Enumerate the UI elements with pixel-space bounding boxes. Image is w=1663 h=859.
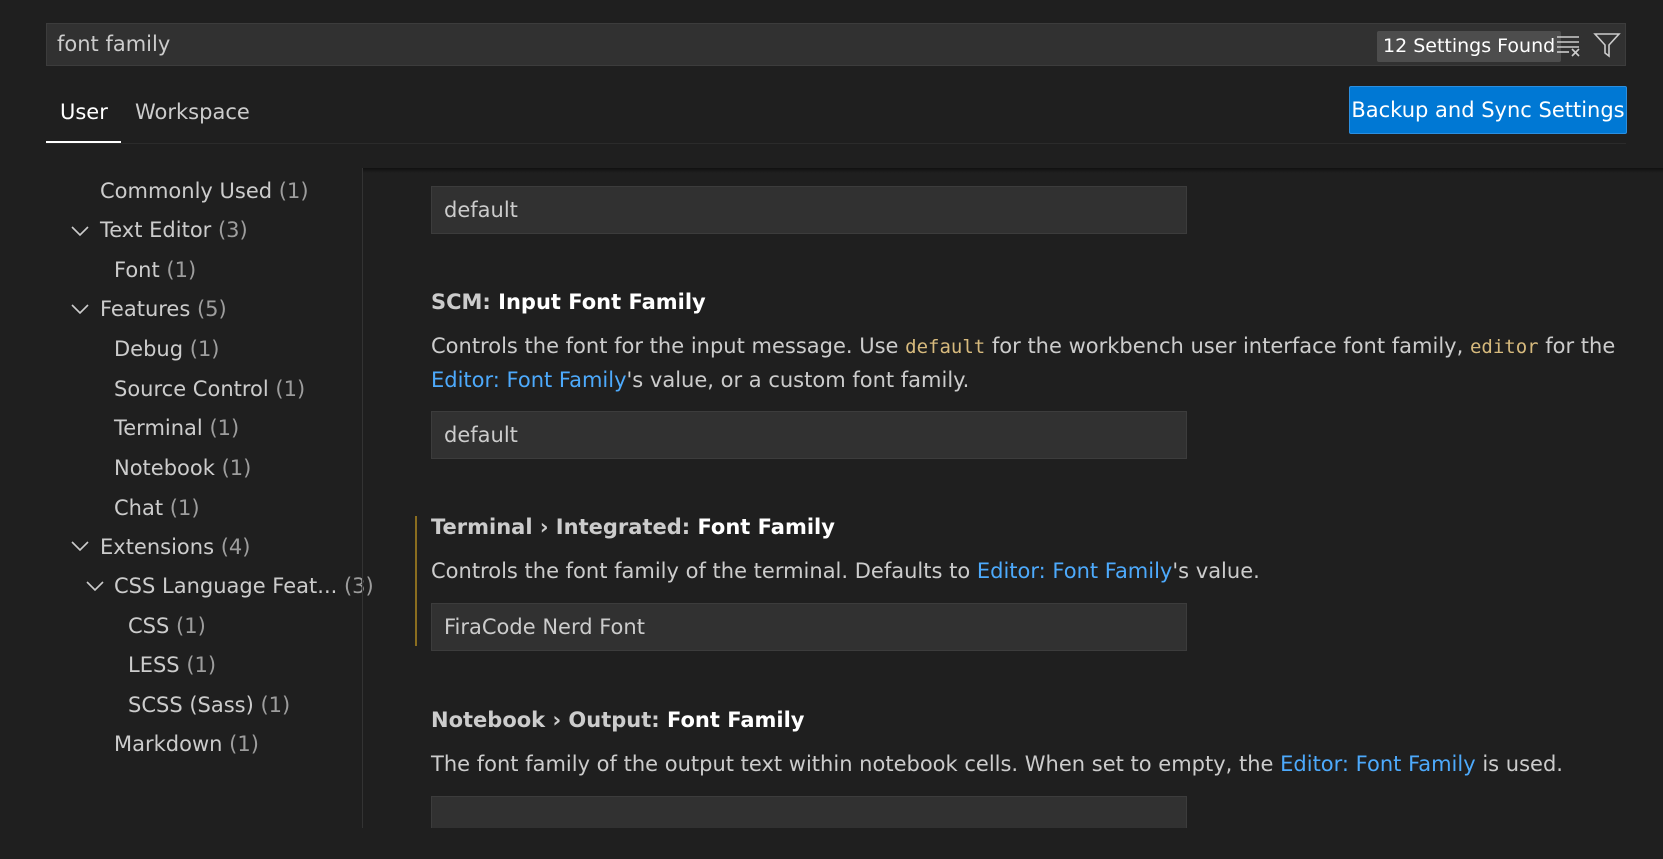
chevron-down-icon[interactable] <box>84 575 106 597</box>
scroll-shadow <box>363 168 1663 173</box>
chevron-down-icon[interactable] <box>69 220 91 242</box>
results-count-badge: 12 Settings Found <box>1377 31 1562 62</box>
notebook-font-family-input[interactable] <box>431 796 1187 828</box>
terminal-font-family-input[interactable]: FiraCode Nerd Font <box>431 603 1187 651</box>
toc-item-chat[interactable]: Chat (1) <box>114 493 200 523</box>
toc-item-scss[interactable]: SCSS (Sass) (1) <box>128 690 290 720</box>
tabs-divider <box>46 143 1626 144</box>
toc-item-terminal[interactable]: Terminal (1) <box>114 413 239 443</box>
settings-toc: Commonly Used (1) Text Editor (3) Font (… <box>0 168 374 828</box>
scm-setting-description: Controls the font for the input message.… <box>431 334 1616 392</box>
toc-item-css[interactable]: CSS (1) <box>128 611 206 641</box>
filter-icon[interactable] <box>1593 31 1621 59</box>
scm-font-family-input[interactable]: default <box>431 411 1187 459</box>
notebook-setting-title: Notebook › Output: Font Family <box>431 708 805 732</box>
settings-list: default SCM: Input Font Family Controls … <box>363 168 1663 828</box>
toc-item-notebook[interactable]: Notebook (1) <box>114 453 251 483</box>
tab-user[interactable]: User <box>60 100 108 133</box>
backup-sync-button[interactable]: Backup and Sync Settings <box>1349 86 1627 134</box>
toc-item-features[interactable]: Features (5) <box>100 294 227 324</box>
toc-item-commonly-used[interactable]: Commonly Used (1) <box>100 176 309 206</box>
tab-workspace[interactable]: Workspace <box>135 100 250 133</box>
modified-indicator <box>415 516 417 646</box>
terminal-setting-title: Terminal › Integrated: Font Family <box>431 515 835 539</box>
toc-item-font[interactable]: Font (1) <box>114 255 196 285</box>
chevron-down-icon[interactable] <box>69 298 91 320</box>
chevron-down-icon[interactable] <box>69 535 91 557</box>
toc-item-extensions[interactable]: Extensions (4) <box>100 532 250 562</box>
toc-item-markdown[interactable]: Markdown (1) <box>114 729 259 759</box>
settings-search-input[interactable] <box>57 24 1357 65</box>
toc-item-less[interactable]: LESS (1) <box>128 650 216 680</box>
toc-item-text-editor[interactable]: Text Editor (3) <box>100 215 248 245</box>
editor-font-family-link[interactable]: Editor: Font Family <box>977 559 1173 583</box>
settings-search-box[interactable]: 12 Settings Found <box>46 23 1626 66</box>
clear-filter-icon[interactable] <box>1555 31 1583 59</box>
toc-item-css-language-features[interactable]: CSS Language Feat... (3) <box>114 571 374 601</box>
toc-item-source-control[interactable]: Source Control (1) <box>114 374 305 404</box>
editor-font-family-link[interactable]: Editor: Font Family <box>1280 752 1476 776</box>
scm-setting-title: SCM: Input Font Family <box>431 290 706 314</box>
terminal-setting-description: Controls the font family of the terminal… <box>431 559 1260 583</box>
editor-font-family-link[interactable]: Editor: Font Family <box>431 368 627 392</box>
toc-item-debug[interactable]: Debug (1) <box>114 334 220 364</box>
notebook-setting-description: The font family of the output text withi… <box>431 752 1563 776</box>
previous-setting-input[interactable]: default <box>431 186 1187 234</box>
